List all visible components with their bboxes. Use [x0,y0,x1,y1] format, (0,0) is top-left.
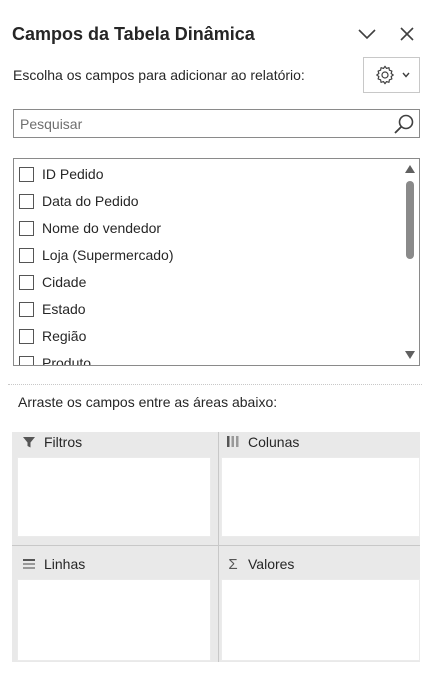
field-label: Nome do vendedor [42,220,162,236]
pane-title: Campos da Tabela Dinâmica [12,24,255,44]
section-divider [8,384,422,385]
filters-drop-area[interactable] [17,457,211,537]
field-checkbox[interactable] [19,247,34,263]
columns-area-header: Colunas [226,431,299,453]
areas-horizontal-divider [12,545,420,546]
search-icon[interactable] [392,112,416,136]
field-label: Estado [42,301,86,317]
search-box[interactable] [13,109,420,138]
chevron-down-icon [358,29,376,40]
scroll-up-arrow-icon[interactable] [404,164,416,174]
columns-icon [227,436,239,447]
field-item-produto[interactable]: Produto [19,352,92,366]
dropdown-arrow-icon [401,72,410,78]
field-item-nome-do-vendedor[interactable]: Nome do vendedor [19,217,161,239]
field-checkbox[interactable] [19,328,34,344]
field-item-estado[interactable]: Estado [19,298,86,320]
pane-options-button[interactable] [353,20,381,48]
tools-button[interactable] [363,57,420,93]
rows-drop-area[interactable] [17,579,211,661]
sigma-icon: Σ [228,555,238,573]
rows-icon [23,559,35,569]
pivot-field-pane: Campos da Tabela Dinâmica Escolha os cam… [0,0,430,678]
field-item-loja[interactable]: Loja (Supermercado) [19,244,174,266]
field-checkbox[interactable] [19,274,34,290]
rows-area-header: Linhas [22,553,85,575]
filters-area-header: Filtros [22,431,82,453]
field-label: Loja (Supermercado) [42,247,174,263]
drag-fields-hint: Arraste os campos entre as áreas abaixo: [18,394,278,410]
close-pane-button[interactable] [393,20,421,48]
field-item-data-do-pedido[interactable]: Data do Pedido [19,190,139,212]
columns-area-label: Colunas [248,434,300,450]
field-list-scrollbar[interactable] [403,161,417,363]
field-label: ID Pedido [42,166,104,182]
choose-fields-label: Escolha os campos para adicionar ao rela… [13,67,305,83]
field-label: Produto [42,355,92,366]
areas-vertical-divider [218,432,219,662]
field-list: ID Pedido Data do Pedido Nome do vendedo… [13,158,420,366]
values-area-header: Σ Valores [226,553,294,575]
field-label: Região [42,328,87,344]
search-input[interactable] [20,113,380,134]
rows-area-label: Linhas [44,556,86,572]
columns-drop-area[interactable] [221,457,420,537]
field-item-cidade[interactable]: Cidade [19,271,86,293]
field-item-regiao[interactable]: Região [19,325,86,347]
field-checkbox[interactable] [19,193,34,209]
gear-icon [375,65,394,85]
scroll-down-arrow-icon[interactable] [404,350,416,360]
field-checkbox[interactable] [19,220,34,236]
values-drop-area[interactable] [221,579,420,661]
field-item-id-pedido[interactable]: ID Pedido [19,163,103,185]
field-checkbox[interactable] [19,166,34,182]
field-checkbox[interactable] [19,301,34,317]
scrollbar-thumb[interactable] [406,181,414,259]
close-icon [400,27,414,41]
field-checkbox[interactable] [19,355,34,365]
filters-area-label: Filtros [44,434,83,450]
field-label: Cidade [42,274,87,290]
filter-icon [23,437,35,448]
values-area-label: Valores [248,556,295,572]
field-label: Data do Pedido [42,193,139,209]
